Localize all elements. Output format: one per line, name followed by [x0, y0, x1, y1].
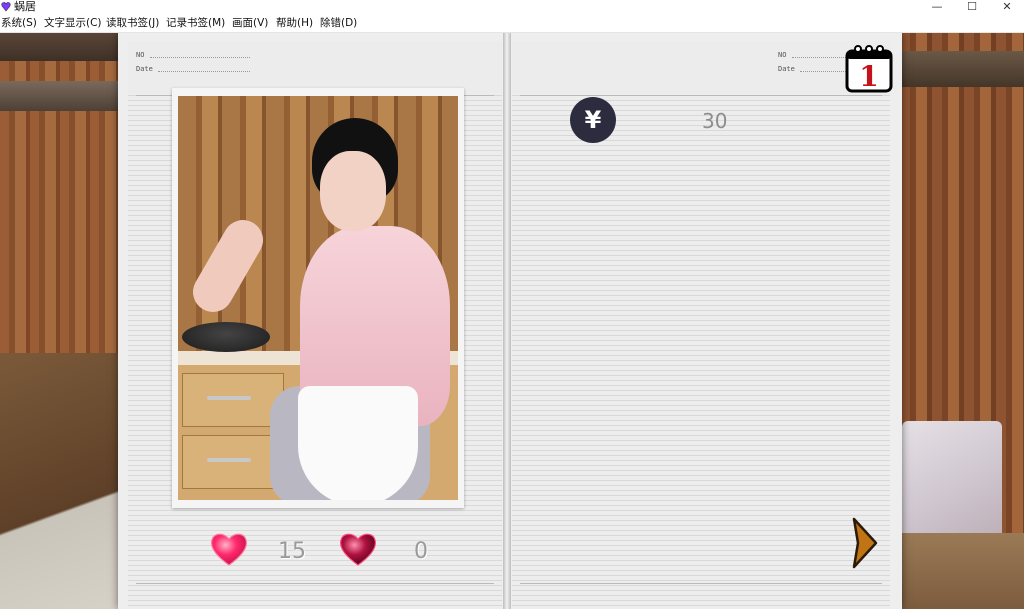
- figure-apron: [298, 386, 418, 500]
- drawer-handle: [207, 396, 251, 400]
- drawer-handle: [207, 458, 251, 462]
- menu-save[interactable]: 记录书签(M): [166, 14, 225, 32]
- page-rule: [136, 583, 494, 584]
- background-beam: [900, 51, 1024, 87]
- date-label: Date: [136, 65, 153, 73]
- character-portrait: [178, 96, 458, 500]
- menu-help[interactable]: 帮助(H): [276, 14, 313, 32]
- page-header: NO Date: [128, 41, 502, 93]
- minimize-button[interactable]: —: [920, 0, 954, 14]
- date-line: [158, 71, 250, 72]
- menu-load[interactable]: 读取书签(J): [106, 14, 159, 32]
- background-beam: [0, 33, 130, 61]
- notebook-left-page: NO Date: [128, 41, 502, 609]
- page-rule: [520, 583, 882, 584]
- no-label: NO: [778, 51, 787, 59]
- no-label: NO: [136, 51, 145, 59]
- menu-debug[interactable]: 除错(D): [320, 14, 357, 32]
- background-crate: [0, 353, 122, 609]
- figure-face: [320, 151, 386, 231]
- notebook-spine: [503, 33, 511, 609]
- drawer: [182, 373, 284, 427]
- drawer: [182, 435, 284, 489]
- menu-bar: 系统(S) 文字显示(C) 读取书签(J) 记录书签(M) 画面(V) 帮助(H…: [0, 14, 1024, 33]
- figure-arm: [185, 212, 271, 320]
- heart-icon: [210, 533, 248, 566]
- no-line: [792, 57, 852, 58]
- title-bar: 蜗居 — ☐ ✕: [0, 0, 1024, 14]
- calendar-icon[interactable]: 1: [844, 43, 894, 93]
- notebook: NO Date NO Date: [118, 33, 902, 609]
- date-label: Date: [778, 65, 795, 73]
- page-header: NO Date: [512, 41, 890, 93]
- calendar-day: 1: [859, 60, 878, 93]
- lust-value: 0: [414, 539, 428, 564]
- heart-dark-icon: [339, 533, 377, 566]
- chevron-right-icon[interactable]: [848, 517, 878, 569]
- close-button[interactable]: ✕: [990, 0, 1024, 14]
- app-icon: [1, 2, 11, 12]
- no-line: [150, 57, 250, 58]
- yen-icon: ¥: [570, 97, 616, 143]
- character-photo[interactable]: [172, 88, 464, 508]
- notebook-right-page: NO Date: [512, 41, 890, 609]
- game-canvas[interactable]: NO Date NO Date 15 0 ¥ 30 1: [0, 33, 1024, 609]
- maximize-button[interactable]: ☐: [955, 0, 989, 14]
- money-value: 30: [702, 109, 728, 133]
- menu-view[interactable]: 画面(V): [232, 14, 268, 32]
- background-beam: [0, 81, 130, 111]
- window-title: 蜗居: [14, 0, 36, 13]
- background-crate: [902, 533, 1024, 609]
- affection-value: 15: [278, 539, 306, 564]
- menu-text[interactable]: 文字显示(C): [44, 14, 102, 32]
- wok: [182, 322, 270, 352]
- page-rule: [520, 95, 882, 96]
- menu-system[interactable]: 系统(S): [1, 14, 37, 32]
